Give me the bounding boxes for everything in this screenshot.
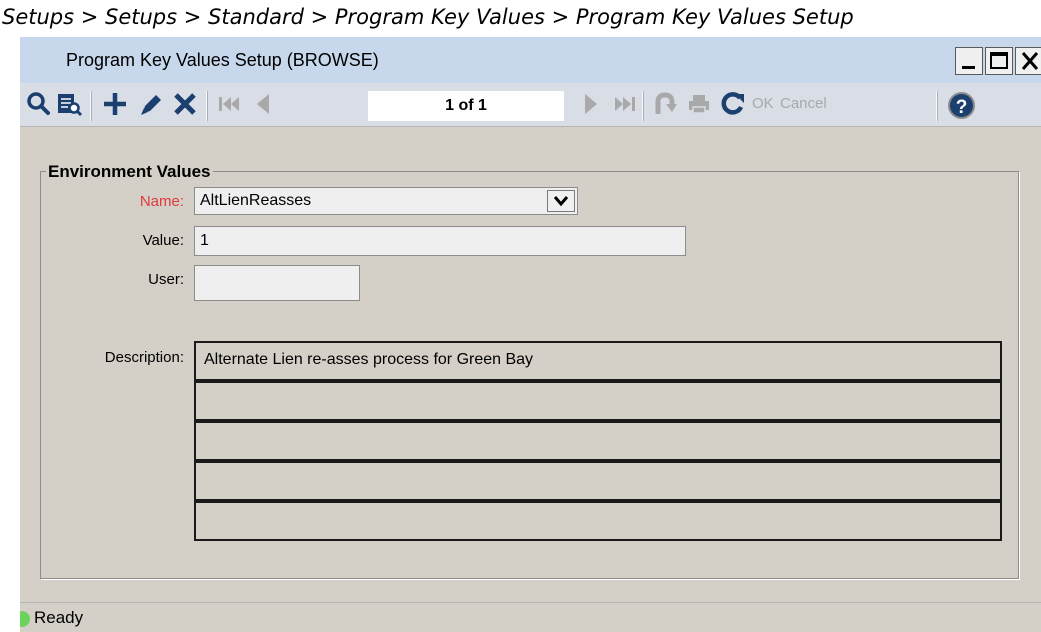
search-icon <box>27 92 50 115</box>
last-record-icon <box>615 97 635 111</box>
value-field[interactable]: 1 <box>194 226 686 256</box>
search-button[interactable] <box>22 87 56 121</box>
cancel-button[interactable]: Cancel <box>780 95 827 112</box>
close-icon <box>1021 52 1039 70</box>
ok-button[interactable]: OK <box>752 95 774 112</box>
edit-icon <box>141 95 161 115</box>
previous-record-icon <box>257 94 269 114</box>
description-line-2[interactable] <box>194 381 1002 421</box>
help-icon[interactable]: ? <box>948 92 975 119</box>
toolbar-separator <box>90 91 92 121</box>
undo-icon <box>655 92 677 114</box>
refresh-button[interactable] <box>716 87 750 121</box>
toolbar-separator <box>642 91 644 121</box>
toolbar: 1 of 1 OK Cancel ? <box>20 83 1041 127</box>
window-title: Program Key Values Setup (BROWSE) <box>66 50 379 70</box>
minimize-button[interactable] <box>955 47 983 75</box>
refresh-icon <box>721 92 744 115</box>
print-button[interactable] <box>682 87 716 121</box>
name-label: Name: <box>139 193 184 210</box>
breadcrumb: Setups > Setups > Standard > Program Key… <box>2 5 854 29</box>
first-record-button[interactable] <box>212 87 246 121</box>
status-indicator-icon <box>20 611 30 627</box>
toolbar-separator <box>206 91 208 121</box>
group-title: Environment Values <box>46 162 213 182</box>
toolbar-separator <box>936 91 938 121</box>
minimize-icon <box>962 66 975 69</box>
print-icon <box>689 95 709 114</box>
status-bar: Ready <box>20 602 1041 632</box>
user-field[interactable] <box>194 265 360 301</box>
description-line-1[interactable]: Alternate Lien re-asses process for Gree… <box>194 341 1002 381</box>
delete-button[interactable] <box>168 87 202 121</box>
program-key-values-window: Program Key Values Setup (BROWSE) 1 of 1… <box>20 37 1041 632</box>
value-label: Value: <box>142 232 184 249</box>
name-dropdown[interactable]: AltLienReasses <box>194 187 578 215</box>
edit-button[interactable] <box>134 87 168 121</box>
next-record-button[interactable] <box>574 87 608 121</box>
maximize-button[interactable] <box>985 47 1013 75</box>
last-record-button[interactable] <box>608 87 642 121</box>
first-record-icon <box>219 97 239 111</box>
title-bar[interactable]: Program Key Values Setup (BROWSE) <box>20 37 1041 83</box>
add-button[interactable] <box>98 87 132 121</box>
user-label: User: <box>148 271 184 288</box>
description-line-5[interactable] <box>194 501 1002 541</box>
description-line-4[interactable] <box>194 461 1002 501</box>
description-line-3[interactable] <box>194 421 1002 461</box>
status-text: Ready <box>34 608 84 627</box>
form-area: Environment Values Name: AltLienReasses … <box>20 127 1041 602</box>
delete-icon <box>174 93 196 115</box>
name-value: AltLienReasses <box>200 192 312 209</box>
browse-list-icon <box>58 94 83 117</box>
maximize-icon <box>990 52 1008 69</box>
browse-list-button[interactable] <box>52 87 86 121</box>
add-icon <box>104 93 126 115</box>
close-button[interactable] <box>1015 47 1041 75</box>
chevron-down-icon <box>553 196 569 207</box>
previous-record-button[interactable] <box>246 87 280 121</box>
next-record-icon <box>585 94 597 114</box>
description-label: Description: <box>104 349 184 366</box>
dropdown-button[interactable] <box>547 190 575 212</box>
record-position: 1 of 1 <box>368 91 564 121</box>
undo-button[interactable] <box>648 87 682 121</box>
